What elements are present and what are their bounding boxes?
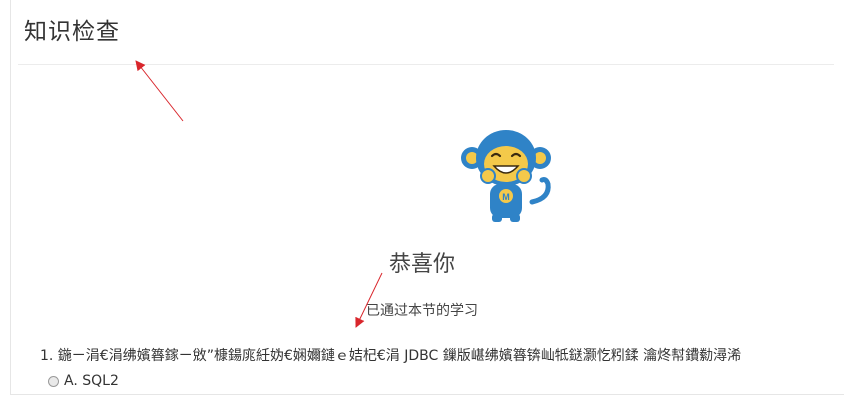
radio-button[interactable] [48, 375, 59, 387]
svg-text:M: M [502, 192, 510, 202]
answer-option-a[interactable]: A. SQL2 [48, 373, 119, 389]
passed-message: 已通过本节的学习 [366, 303, 478, 319]
page-title: 知识检查 [24, 19, 120, 45]
option-label: A. SQL2 [64, 373, 119, 389]
header-divider [18, 64, 834, 65]
question-text: 鍦ㄧ涓€涓绋嬪簭鎵ㄧ敓”槺鍚庣紝妫€娴嬭鏈ｅ姞杞€涓 JDBC 鏁版嵁绋嬪簭锛屾… [57, 348, 742, 364]
monkey-mascot-icon: M [461, 130, 551, 222]
question-number: 1. [40, 348, 54, 364]
knowledge-check-panel [10, 0, 844, 395]
question-item: 1. 鍦ㄧ涓€涓绋嬪簭鎵ㄧ敓”槺鍚庣紝妫€娴嬭鏈ｅ姞杞€涓 JDBC 鏁版嵁绋嬪… [40, 345, 741, 365]
congrats-heading: 恭喜你 [388, 252, 455, 277]
